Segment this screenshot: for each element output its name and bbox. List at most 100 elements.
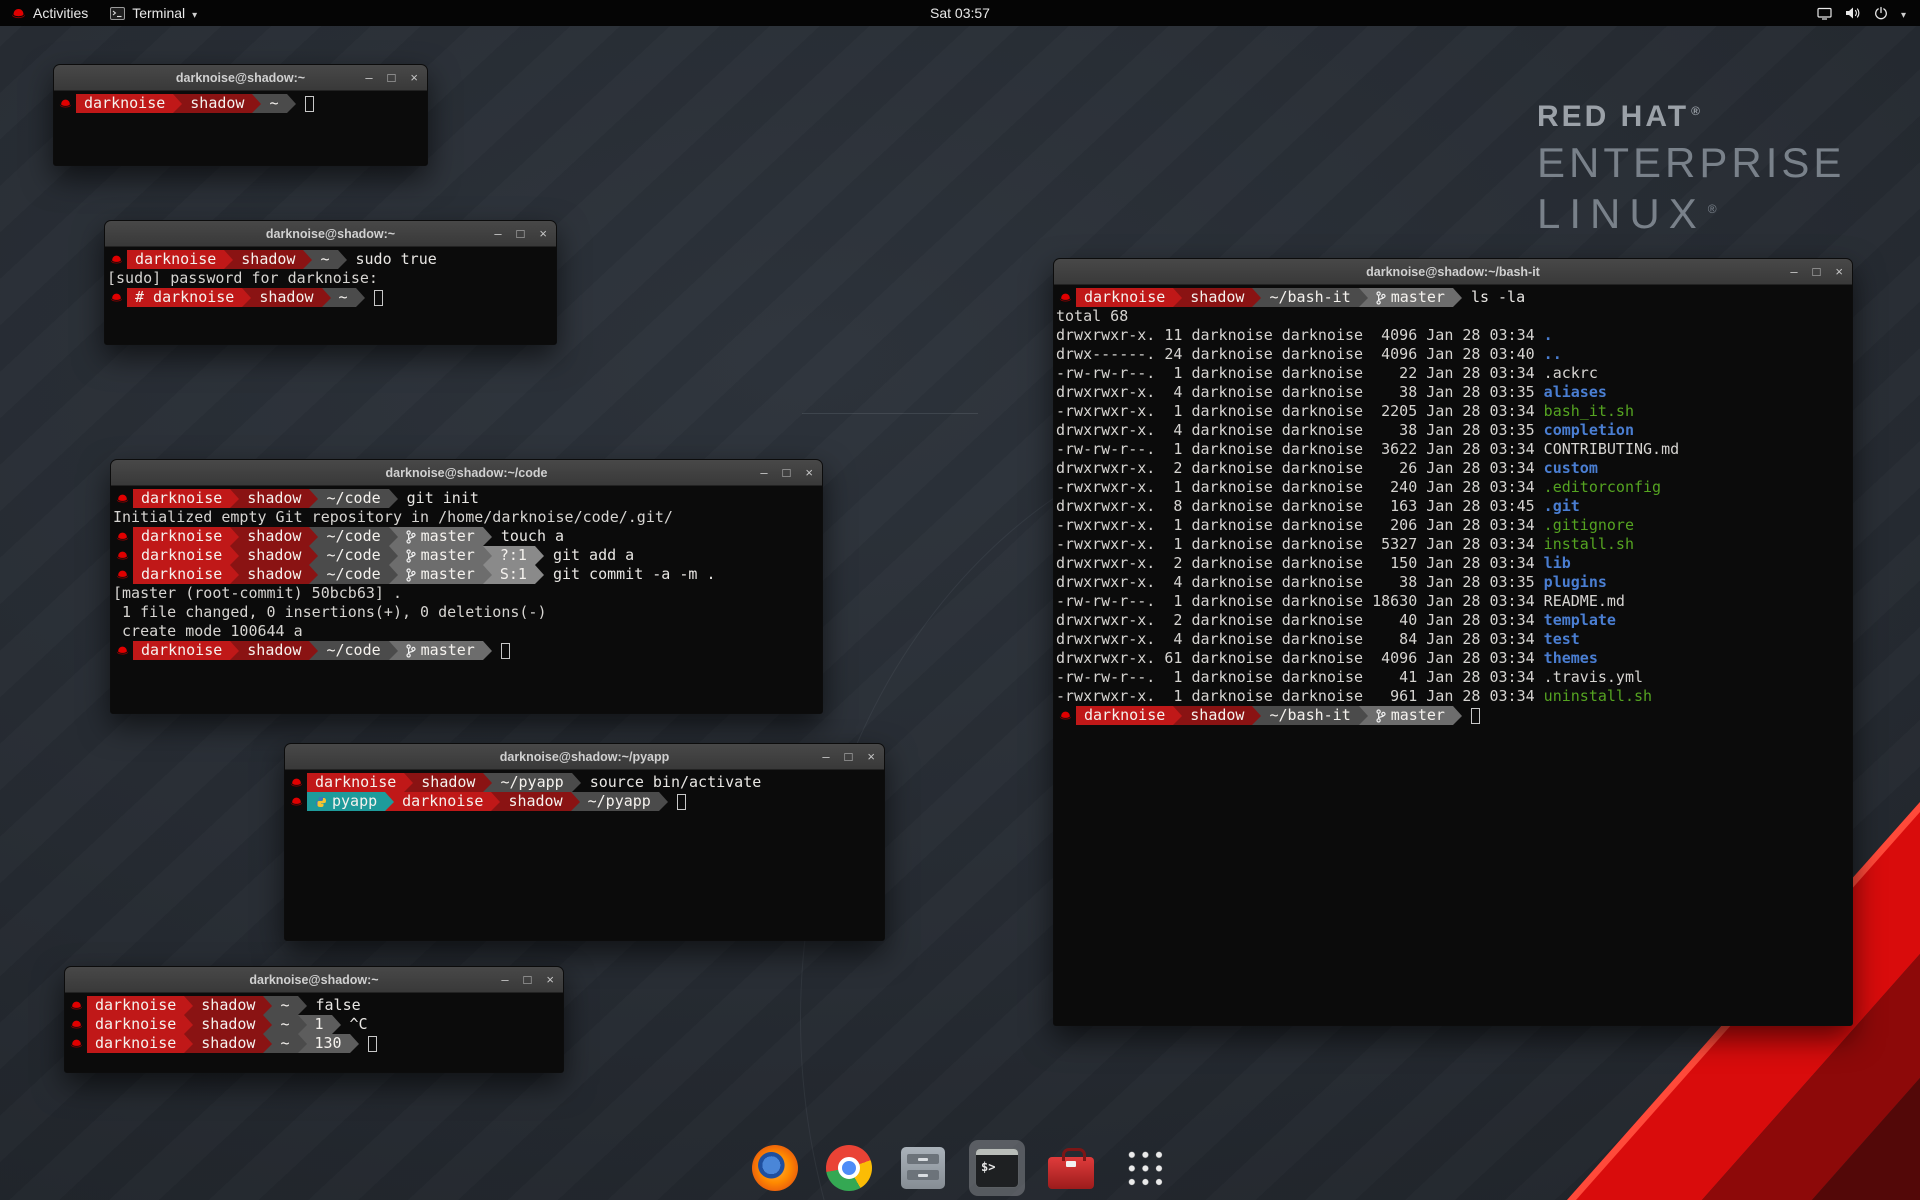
dock-item-firefox[interactable] bbox=[747, 1140, 803, 1196]
branch-icon bbox=[1376, 709, 1386, 723]
close-button[interactable] bbox=[539, 227, 547, 240]
window-titlebar[interactable]: darknoise@shadow:~/code bbox=[111, 460, 822, 486]
terminal-line: drwxrwxr-x. 4 darknoise darknoise 38 Jan… bbox=[1056, 573, 1850, 592]
system-menu[interactable] bbox=[1803, 0, 1920, 26]
file-name: aliases bbox=[1544, 383, 1607, 402]
powerline-arrow bbox=[1252, 288, 1261, 307]
ls-line-meta: -rwxrwxr-x. 1 darknoise darknoise 5327 J… bbox=[1056, 535, 1544, 554]
close-button[interactable] bbox=[805, 466, 813, 479]
window-title: darknoise@shadow:~ bbox=[176, 71, 305, 85]
powerline-arrow bbox=[173, 94, 182, 113]
powerline-arrow bbox=[356, 288, 365, 307]
powerline-arrow bbox=[298, 996, 307, 1015]
prompt-segment: ~/code bbox=[318, 546, 388, 565]
terminal-body[interactable]: darknoiseshadow~/codegit initInitialized… bbox=[111, 486, 822, 713]
prompt-segment: ~/code bbox=[318, 565, 388, 584]
top-bar: Activities Terminal Sat 03:57 bbox=[0, 0, 1920, 26]
powerline-arrow bbox=[230, 546, 239, 565]
terminal-line: -rw-rw-r--. 1 darknoise darknoise 18630 … bbox=[1056, 592, 1850, 611]
powerline-arrow bbox=[303, 250, 312, 269]
terminal-window[interactable]: darknoise@shadow:~/pyapp darknoiseshadow… bbox=[284, 743, 885, 941]
chevron-down-icon bbox=[1901, 5, 1906, 21]
ls-line-meta: -rw-rw-r--. 1 darknoise darknoise 3622 J… bbox=[1056, 440, 1544, 459]
terminal-line: darknoiseshadow~130 bbox=[67, 1034, 561, 1053]
ls-line-meta: drwxrwxr-x. 2 darknoise darknoise 150 Ja… bbox=[1056, 554, 1544, 573]
dock-item-files[interactable] bbox=[895, 1140, 951, 1196]
maximize-button[interactable] bbox=[388, 71, 396, 84]
window-titlebar[interactable]: darknoise@shadow:~ bbox=[105, 221, 556, 247]
terminal-body[interactable]: darknoiseshadow~/bash-itmasterls -latota… bbox=[1054, 285, 1852, 1025]
minimize-button[interactable] bbox=[1790, 265, 1797, 278]
terminal-body[interactable]: darknoiseshadow~falsedarknoiseshadow~1^C… bbox=[65, 993, 563, 1072]
terminal-window[interactable]: darknoise@shadow:~/code darknoise shadow ~… bbox=[110, 459, 823, 714]
activities-button[interactable]: Activities bbox=[0, 0, 99, 26]
maximize-button[interactable] bbox=[524, 973, 532, 986]
redhat-prompt-icon bbox=[110, 292, 123, 303]
ls-line-meta: -rw-rw-r--. 1 darknoise darknoise 41 Jan… bbox=[1056, 668, 1544, 687]
command-text: git add a bbox=[553, 546, 634, 565]
branch-icon bbox=[1376, 291, 1386, 305]
powerline-arrow bbox=[389, 546, 398, 565]
window-titlebar[interactable]: darknoise@shadow:~ bbox=[54, 65, 427, 91]
minimize-button[interactable] bbox=[494, 227, 501, 240]
terminal-cursor bbox=[1471, 708, 1480, 724]
prompt-segment: shadow bbox=[1182, 706, 1252, 725]
close-button[interactable] bbox=[1835, 265, 1843, 278]
prompt-segment: shadow bbox=[193, 996, 263, 1015]
redhat-prompt-icon bbox=[70, 1038, 83, 1049]
file-name: .travis.yml bbox=[1544, 668, 1643, 687]
powerline-arrow bbox=[1173, 706, 1182, 725]
powerline-arrow bbox=[483, 527, 492, 546]
rhel-wordmark-line2: ENTERPRISE bbox=[1537, 140, 1845, 186]
redhat-prompt-icon bbox=[70, 1000, 83, 1011]
terminal-body[interactable]: darknoiseshadow~/pyappsource bin/activat… bbox=[285, 770, 884, 940]
redhat-prompt-icon bbox=[59, 98, 72, 109]
powerline-arrow bbox=[491, 792, 500, 811]
prompt-segment: shadow bbox=[239, 565, 309, 584]
terminal-window[interactable]: darknoise@shadow:~ darknoiseshadow~sudo … bbox=[104, 220, 557, 345]
dock-item-terminal[interactable] bbox=[969, 1140, 1025, 1196]
terminal-window[interactable]: darknoise@shadow:~ darknoiseshadow~ bbox=[53, 64, 428, 166]
prompt-segment: darknoise bbox=[133, 527, 230, 546]
terminal-body[interactable]: darknoiseshadow~ bbox=[54, 91, 427, 165]
prompt-segment: darknoise bbox=[127, 250, 224, 269]
app-menu-label: Terminal bbox=[132, 5, 185, 21]
file-name: . bbox=[1544, 326, 1553, 345]
maximize-button[interactable] bbox=[783, 466, 791, 479]
dock-item-toolbox[interactable] bbox=[1043, 1140, 1099, 1196]
terminal-window[interactable]: darknoise@shadow:~/bash-it darknoiseshad… bbox=[1053, 258, 1853, 1026]
ls-line-meta: drwxrwxr-x. 4 darknoise darknoise 38 Jan… bbox=[1056, 421, 1544, 440]
terminal-body[interactable]: darknoiseshadow~sudo true[sudo] password… bbox=[105, 247, 556, 344]
terminal-window[interactable]: darknoise@shadow:~ darknoiseshadow~false… bbox=[64, 966, 564, 1073]
close-button[interactable] bbox=[867, 750, 875, 763]
close-button[interactable] bbox=[546, 973, 554, 986]
clock[interactable]: Sat 03:57 bbox=[920, 0, 1000, 26]
redhat-prompt-icon bbox=[110, 254, 123, 265]
minimize-button[interactable] bbox=[365, 71, 372, 84]
window-titlebar[interactable]: darknoise@shadow:~/pyapp bbox=[285, 744, 884, 770]
redhat-prompt-icon bbox=[116, 550, 129, 561]
app-menu-terminal[interactable]: Terminal bbox=[99, 0, 208, 26]
close-button[interactable] bbox=[410, 71, 418, 84]
maximize-button[interactable] bbox=[845, 750, 853, 763]
dock-item-chrome[interactable] bbox=[821, 1140, 877, 1196]
minimize-button[interactable] bbox=[501, 973, 508, 986]
terminal-line: create mode 100644 a bbox=[113, 622, 820, 641]
prompt-segment: darknoise bbox=[133, 489, 230, 508]
powerline-arrow bbox=[338, 250, 347, 269]
powerline-arrow bbox=[298, 1034, 307, 1053]
file-name: .git bbox=[1544, 497, 1580, 516]
minimize-button[interactable] bbox=[822, 750, 829, 763]
window-titlebar[interactable]: darknoise@shadow:~ bbox=[65, 967, 563, 993]
display-icon bbox=[1817, 7, 1832, 20]
dock-item-show-apps[interactable] bbox=[1117, 1140, 1173, 1196]
ls-line-meta: drwxrwxr-x. 8 darknoise darknoise 163 Ja… bbox=[1056, 497, 1544, 516]
minimize-button[interactable] bbox=[760, 466, 767, 479]
ls-line-meta: drwxrwxr-x. 4 darknoise darknoise 38 Jan… bbox=[1056, 573, 1544, 592]
terminal-line: -rw-rw-r--. 1 darknoise darknoise 22 Jan… bbox=[1056, 364, 1850, 383]
terminal-cursor bbox=[374, 290, 383, 306]
prompt-segment: ~/code bbox=[318, 641, 388, 660]
maximize-button[interactable] bbox=[517, 227, 525, 240]
window-titlebar[interactable]: darknoise@shadow:~/bash-it bbox=[1054, 259, 1852, 285]
maximize-button[interactable] bbox=[1813, 265, 1821, 278]
